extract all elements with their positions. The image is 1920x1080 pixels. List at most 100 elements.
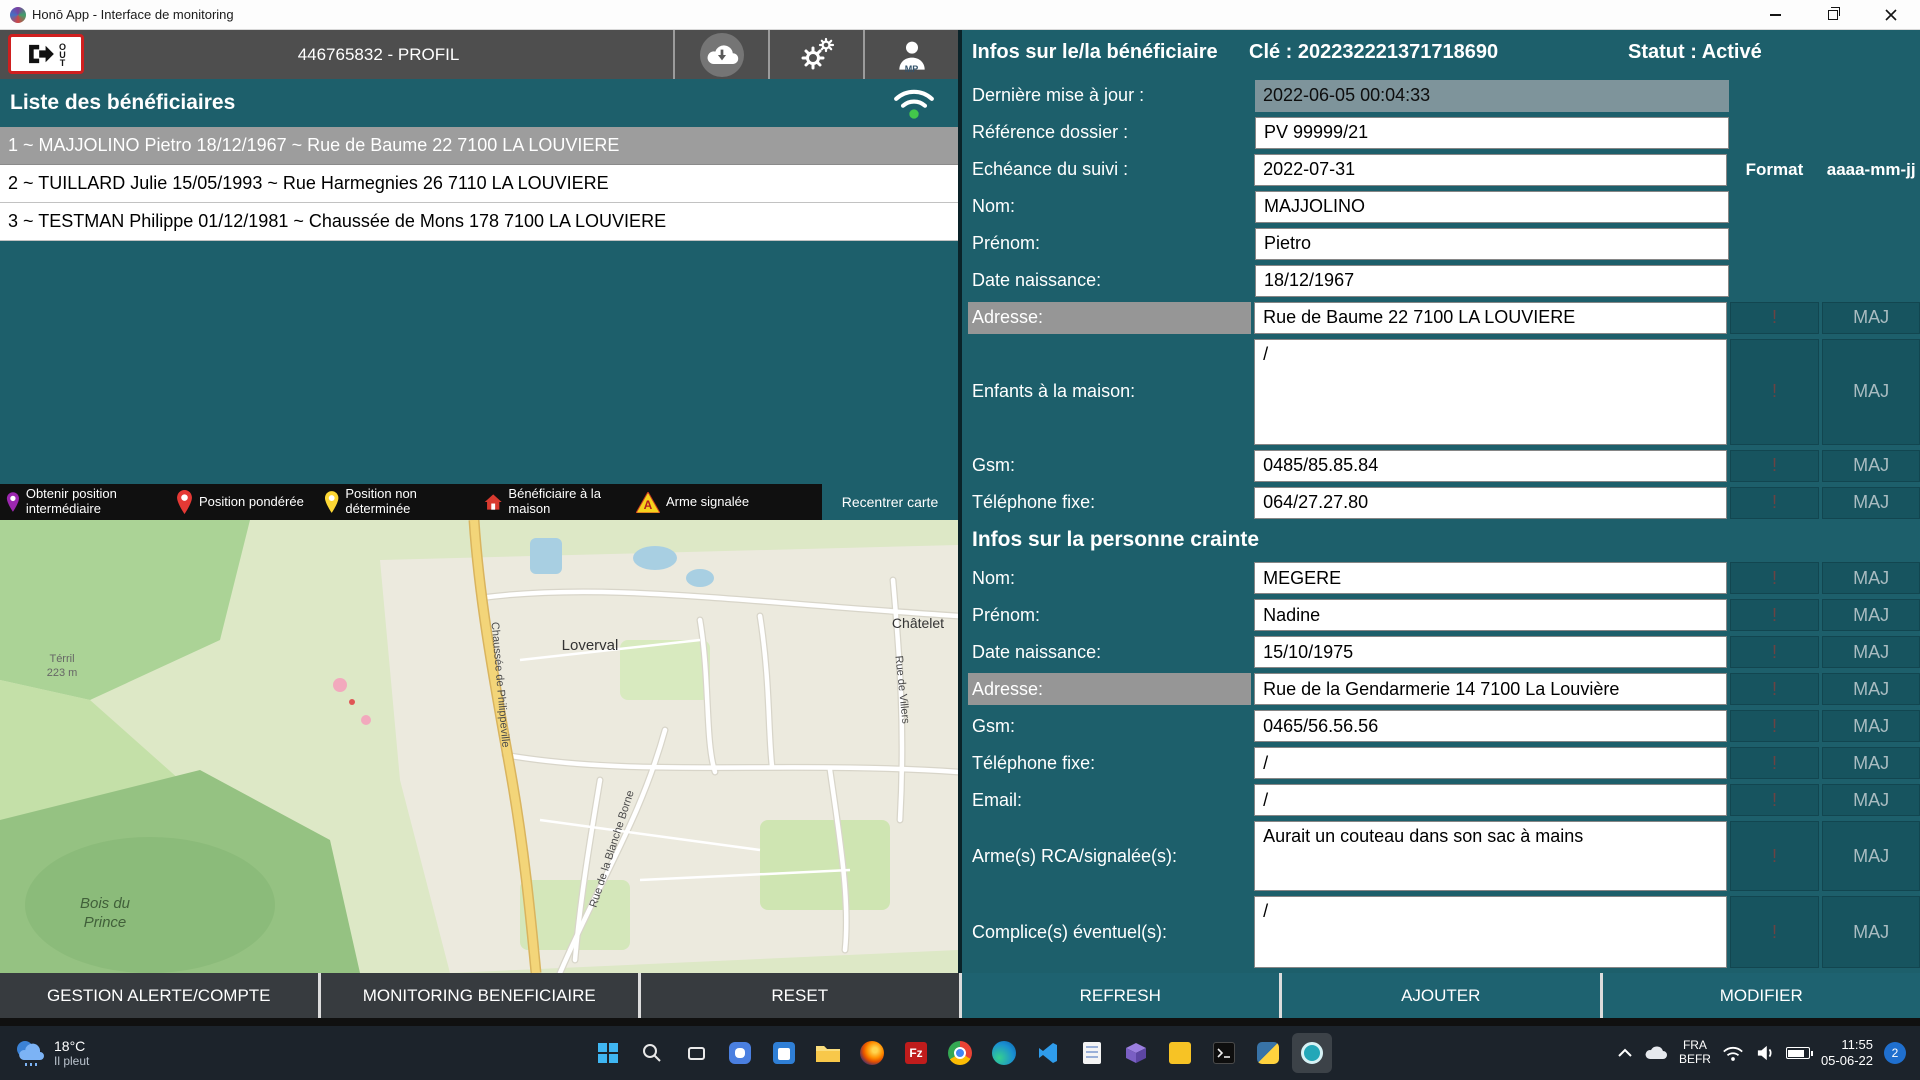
maj-button[interactable]: MAJ [1822,338,1920,445]
warn-button[interactable]: ! [1729,301,1820,334]
warn-button[interactable]: ! [1729,673,1820,705]
vscode-button[interactable] [1028,1033,1068,1073]
refresh-button[interactable]: REFRESH [958,973,1279,1018]
feared-naissance-row: Date naissance: ! MAJ [968,636,1920,668]
maj-button[interactable]: MAJ [1822,710,1920,742]
maj-button[interactable]: MAJ [1822,562,1920,594]
feared-email-input[interactable] [1254,784,1727,816]
reset-button[interactable]: RESET [638,973,959,1018]
filezilla-button[interactable]: Fz [896,1033,936,1073]
chrome-button[interactable] [940,1033,980,1073]
language-bottom: BEFR [1678,1052,1711,1066]
notepad-button[interactable] [1072,1033,1112,1073]
search-button[interactable] [632,1033,672,1073]
adresse-row: Adresse: ! MAJ [968,301,1920,334]
language-indicator[interactable]: FRA BEFR [1678,1038,1711,1067]
wifi-tray-icon[interactable] [1722,1045,1744,1062]
python-button[interactable] [1248,1033,1288,1073]
feared-nom-row: Nom: ! MAJ [968,562,1920,594]
reference-input[interactable] [1255,116,1729,149]
warn-button[interactable]: ! [1729,486,1820,519]
list-item[interactable]: 2 ~ TUILLARD Julie 15/05/1993 ~ Rue Harm… [0,165,958,203]
maj-button[interactable]: MAJ [1822,599,1920,631]
map[interactable]: Loverval Châtelet Térril 223 m Bois du P… [0,520,958,973]
maj-button[interactable]: MAJ [1822,636,1920,668]
minimize-button[interactable] [1746,0,1804,29]
feared-naissance-input[interactable] [1254,636,1727,668]
chevron-up-icon[interactable] [1617,1048,1633,1058]
adresse-input[interactable] [1254,301,1727,334]
monitoring-app-button[interactable] [1292,1033,1332,1073]
window-title: Honō App - Interface de monitoring [32,7,234,22]
feared-adresse-input[interactable] [1254,673,1727,705]
feared-complices-textarea[interactable]: / [1254,896,1727,968]
naissance-input[interactable] [1255,264,1729,297]
onedrive-cloud-icon[interactable] [1644,1045,1668,1061]
firefox-button[interactable] [852,1033,892,1073]
maj-button[interactable]: MAJ [1822,486,1920,519]
list-item[interactable]: 3 ~ TESTMAN Philippe 01/12/1981 ~ Chauss… [0,203,958,241]
weather-widget[interactable]: 18°C Il pleut [0,1038,89,1068]
gsm-input[interactable] [1254,449,1727,482]
clock[interactable]: 11:55 05-06-22 [1821,1037,1873,1068]
task-view-button[interactable] [676,1033,716,1073]
list-item[interactable]: 1 ~ MAJJOLINO Pietro 18/12/1967 ~ Rue de… [0,127,958,165]
download-button[interactable] [673,30,768,79]
terminal-button[interactable] [1204,1033,1244,1073]
viewer3d-button[interactable] [1116,1033,1156,1073]
feared-armes-textarea[interactable]: Aurait un couteau dans son sac à mains [1254,821,1727,891]
maj-button[interactable]: MAJ [1822,784,1920,816]
warn-button[interactable]: ! [1729,636,1820,668]
feared-nom-input[interactable] [1254,562,1727,594]
monitoring-beneficiaire-button[interactable]: MONITORING BENEFICIAIRE [317,973,638,1018]
maj-button[interactable]: MAJ [1822,896,1920,968]
ajouter-button[interactable]: AJOUTER [1279,973,1600,1018]
warn-button[interactable]: ! [1729,449,1820,482]
warn-button[interactable]: ! [1729,821,1820,891]
settings-button[interactable] [768,30,863,79]
store-app-button[interactable] [764,1033,804,1073]
feared-fixe-input[interactable] [1254,747,1727,779]
maj-button[interactable]: MAJ [1822,821,1920,891]
battery-icon[interactable] [1785,1047,1813,1059]
warn-button[interactable]: ! [1729,338,1820,445]
close-button[interactable] [1862,0,1920,29]
notification-badge[interactable]: 2 [1884,1042,1906,1064]
chat-app-button[interactable] [720,1033,760,1073]
warn-button[interactable]: ! [1729,710,1820,742]
fixe-input[interactable] [1254,486,1727,519]
logout-button[interactable]: OUT [8,34,84,74]
volume-icon[interactable] [1755,1045,1775,1061]
maj-button[interactable]: MAJ [1822,747,1920,779]
start-button[interactable] [588,1033,628,1073]
gestion-alerte-button[interactable]: GESTION ALERTE/COMPTE [0,973,318,1018]
field-label: Arme(s) RCA/signalée(s): [972,845,1178,866]
maj-button[interactable]: MAJ [1822,673,1920,705]
echeance-row: Echéance du suivi : Format aaaa-mm-jj [968,153,1920,186]
mp-user-button[interactable]: MP [863,30,958,79]
warn-button[interactable]: ! [1729,896,1820,968]
map-green-patch [760,820,890,910]
chrome-icon [948,1041,972,1065]
notes-app-button[interactable] [1160,1033,1200,1073]
echeance-input[interactable] [1254,153,1727,186]
maj-button[interactable]: MAJ [1822,301,1920,334]
warn-button[interactable]: ! [1729,562,1820,594]
feared-prenom-input[interactable] [1254,599,1727,631]
recenter-map-button[interactable]: Recentrer carte [822,484,958,520]
enfants-textarea[interactable]: / [1254,338,1727,445]
restore-button[interactable] [1804,0,1862,29]
warn-button[interactable]: ! [1729,747,1820,779]
modifier-button[interactable]: MODIFIER [1599,973,1920,1018]
warn-button[interactable]: ! [1729,599,1820,631]
warn-button[interactable]: ! [1729,784,1820,816]
clock-date: 05-06-22 [1820,1053,1873,1068]
prenom-input[interactable] [1255,227,1729,260]
maj-button[interactable]: MAJ [1822,449,1920,482]
nom-input[interactable] [1255,190,1729,223]
close-icon [1885,8,1897,21]
weapon-warning-icon: A [636,491,660,513]
feared-gsm-input[interactable] [1254,710,1727,742]
file-explorer-button[interactable] [808,1033,848,1073]
edge-button[interactable] [984,1033,1024,1073]
